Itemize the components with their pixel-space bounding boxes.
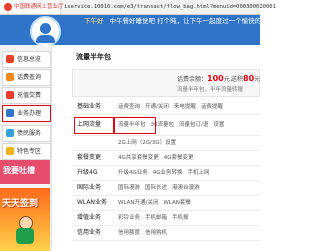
service-link[interactable]: 流量包订/退	[179, 122, 208, 128]
service-link[interactable]: 4G业务转换	[153, 170, 183, 176]
feedback-promo[interactable]: 我要吐槽	[0, 160, 50, 184]
service-links: 话费查询 开通/关闭 来电提醒 话费提醒	[118, 100, 228, 114]
service-links: 信用额度 信用购机	[118, 226, 172, 240]
avatar[interactable]	[30, 16, 61, 47]
service-category[interactable]: 信用业务	[77, 226, 101, 240]
service-link[interactable]: 手机上网	[188, 170, 210, 176]
service-link[interactable]: 话费提醒	[201, 104, 223, 110]
sidebar-item-label: 债民服务	[17, 130, 42, 137]
balance-line2: 送积80元	[231, 74, 260, 85]
service-link[interactable]: 港澳台漫游	[172, 185, 200, 191]
service-link[interactable]: 国际漫游	[118, 185, 140, 191]
highlight-box-link	[114, 117, 156, 134]
checkin-promo[interactable]: 天天签到	[0, 188, 50, 251]
browser-tab[interactable]: 中国联通网上营业厅	[0, 0, 64, 14]
sidebar-item-special[interactable]: 特色专区	[2, 143, 51, 160]
service-row: 信用业务 信用额度 信用购机	[72, 226, 260, 241]
service-links: 升级4G业务 4G业务转换 手机上网	[118, 166, 215, 180]
avatar-body	[36, 35, 55, 43]
service-row: 升级4G 升级4G业务 4G业务转换 手机上网	[72, 166, 260, 181]
service-row: WLAN业务 WLAN开通/关闭 WLAN套餐	[72, 196, 260, 211]
star-icon	[6, 147, 14, 155]
service-row: 套餐变更 4G共享套餐变更 4G套餐变更	[72, 151, 260, 166]
sidebar-item-service[interactable]: 业务办理	[2, 105, 51, 122]
service-link[interactable]: 升级4G业务	[118, 170, 148, 176]
service-row: 2G上网（2G/3G）设置	[72, 136, 260, 151]
greeting: 下午好 中午餐好睡觉吧 打个盹，让下午一起度过一个愉快的下午吧！	[84, 17, 287, 26]
sidebar-item-label: 特色专区	[17, 148, 42, 155]
service-links: 国际漫游 国际长途 港澳台漫游	[118, 181, 205, 195]
recharge-icon	[6, 91, 14, 99]
service-link[interactable]: 彩铃业务	[118, 215, 140, 221]
user-banner: 下午好 中午餐好睡觉吧 打个盹，让下午一起度过一个愉快的下午吧！	[0, 15, 287, 47]
balance-value1: 100	[207, 74, 224, 83]
service-category[interactable]: 增值业务	[77, 211, 101, 225]
service-row: 上网流量 流量半年包 30流量包 流量包订/退 设置	[72, 115, 260, 136]
kid-body	[16, 228, 34, 244]
service-category[interactable]: 国际业务	[77, 181, 101, 195]
main-content: 流量半年包 话费余额：100元， 送积80元 流量半年包，半年流量转赠 基础业务…	[52, 45, 260, 251]
tab-title: 中国联通网上营业厅	[14, 4, 64, 10]
service-link[interactable]: 4G共享套餐变更	[118, 155, 159, 161]
service-link[interactable]: 手机邮箱	[145, 215, 167, 221]
sidebar-item-bill[interactable]: 话费查询	[2, 69, 51, 86]
sidebar-item-label: 充值交费	[17, 92, 42, 99]
checkin-promo-label: 天天签到	[2, 199, 39, 209]
balance-note: 流量半年包，半年流量转赠	[177, 87, 244, 93]
balance-value2: 80	[243, 74, 255, 83]
service-category[interactable]: WLAN业务	[77, 196, 107, 210]
service-row: 国际业务 国际漫游 国际长途 港澳台漫游	[72, 181, 260, 196]
balance-label1: 话费余额：	[177, 76, 208, 83]
sidebar-item-overview[interactable]: 信息总览	[2, 51, 51, 68]
balance-panel: 话费余额：100元， 送积80元 流量半年包，半年流量转赠	[72, 69, 260, 97]
service-link[interactable]: 信用额度	[118, 230, 140, 236]
service-icon	[6, 109, 14, 117]
service-links: 4G共享套餐变更 4G套餐变更	[118, 151, 199, 165]
service-link[interactable]: 话费查询	[118, 104, 140, 110]
info-icon	[6, 55, 14, 63]
sidebar-item-user[interactable]: 债民服务	[2, 125, 51, 142]
browser-chrome: 中国联通网上营业厅 iservice.10010.com/e3/transact…	[0, 0, 276, 15]
service-links: 彩铃业务 手机邮箱 手机报	[118, 211, 194, 225]
sidebar-item-label: 话费查询	[17, 74, 42, 81]
service-links: WLAN开通/关闭 WLAN套餐	[118, 196, 196, 210]
bill-icon	[6, 73, 14, 81]
sidebar-item-recharge[interactable]: 充值交费	[2, 87, 51, 104]
service-link[interactable]: 手机报	[172, 215, 189, 221]
service-category[interactable]: 升级4G	[77, 166, 97, 180]
balance-label2: 送积	[231, 76, 244, 83]
service-links: 2G上网（2G/3G）设置	[118, 136, 181, 150]
service-link[interactable]: WLAN套餐	[163, 200, 191, 206]
feedback-promo-label: 我要吐槽	[3, 166, 35, 175]
address-bar[interactable]: iservice.10010.com/e3/transact/flow_bag.…	[64, 2, 276, 12]
service-category[interactable]: 套餐变更	[77, 151, 101, 165]
service-link[interactable]: 来电提醒	[174, 104, 196, 110]
service-link[interactable]: 2G上网（2G/3G）设置	[118, 140, 176, 146]
page-title: 流量半年包	[76, 53, 111, 61]
service-row: 增值业务 彩铃业务 手机邮箱 手机报	[72, 211, 260, 226]
sidebar-item-label: 信息总览	[17, 56, 42, 63]
service-category[interactable]: 基础业务	[77, 100, 101, 114]
service-row: 基础业务 话费查询 开通/关闭 来电提醒 话费提醒	[72, 100, 260, 115]
service-link[interactable]: WLAN开通/关闭	[118, 200, 158, 206]
cartoon-kid-icon	[14, 216, 36, 246]
service-grid: 基础业务 话费查询 开通/关闭 来电提醒 话费提醒 上网流量 流量半年包 30流量包 流量包订/…	[72, 100, 260, 241]
avatar-head	[40, 23, 51, 34]
balance-unit2: 元	[254, 76, 261, 83]
service-link[interactable]: 国际长途	[145, 185, 167, 191]
user-icon	[6, 129, 14, 137]
highlight-box-category	[74, 117, 114, 134]
service-link[interactable]: 4G套餐变更	[164, 155, 194, 161]
service-link[interactable]: 设置	[213, 122, 224, 128]
unicom-logo-icon	[4, 3, 12, 11]
sidebar-item-label: 业务办理	[17, 110, 42, 117]
greeting-text: 中午餐好睡觉吧 打个盹，让下午一起度过一个愉快的下午吧！	[109, 17, 288, 25]
greeting-time: 下午好	[84, 17, 104, 25]
service-link[interactable]: 开通/关闭	[145, 104, 169, 110]
service-link[interactable]: 信用购机	[145, 230, 167, 236]
balance-line1: 话费余额：100元，	[177, 74, 236, 85]
